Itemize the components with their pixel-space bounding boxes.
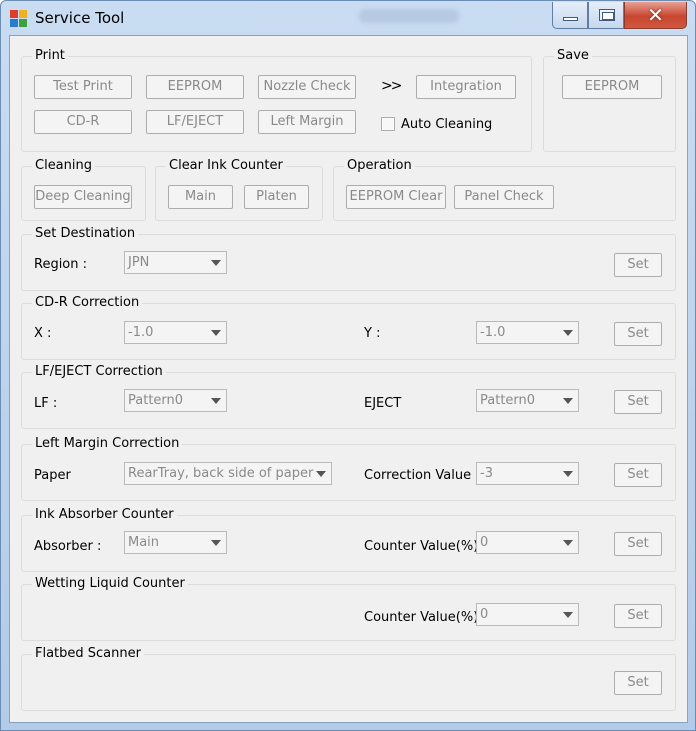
- operation-group-label: Operation: [344, 158, 415, 173]
- cdr-correction-group-label: CD-R Correction: [32, 295, 143, 310]
- chevron-down-icon: [211, 260, 221, 266]
- cdr-y-label: Y :: [364, 326, 381, 341]
- absorber-select[interactable]: Main: [124, 531, 227, 554]
- auto-cleaning-label: Auto Cleaning: [401, 117, 493, 132]
- print-group-label: Print: [32, 48, 68, 63]
- clear-ink-counter-group-label: Clear Ink Counter: [166, 158, 286, 173]
- chevron-down-icon: [563, 330, 573, 336]
- close-button[interactable]: ✕: [624, 2, 687, 29]
- region-select-value: JPN: [128, 255, 150, 270]
- cdr-print-button[interactable]: CD-R: [34, 110, 132, 134]
- lf-eject-print-button[interactable]: LF/EJECT: [146, 110, 244, 134]
- wetting-counter-value: 0: [480, 607, 489, 622]
- blurred-title-text: [359, 9, 459, 23]
- window-title: Service Tool: [35, 9, 125, 27]
- correction-value-select-value: -3: [480, 466, 493, 481]
- app-icon: [10, 10, 28, 28]
- absorber-counter-value: 0: [480, 535, 489, 550]
- eeprom-clear-button[interactable]: EEPROM Clear: [346, 185, 446, 209]
- wetting-counter-value-select[interactable]: 0: [476, 603, 579, 626]
- print-group: Print: [21, 48, 532, 152]
- flatbed-scanner-group: Flatbed Scanner: [21, 646, 676, 711]
- save-eeprom-button[interactable]: EEPROM: [562, 75, 662, 99]
- paper-select-value: RearTray, back side of paper: [128, 466, 314, 481]
- lf-label: LF :: [34, 396, 58, 411]
- chevron-right-icon: >>: [381, 78, 403, 94]
- absorber-select-value: Main: [128, 535, 160, 550]
- absorber-label: Absorber :: [34, 539, 102, 554]
- app-window: Service Tool ✕ Print Test Print EEPROM N…: [0, 0, 696, 731]
- eject-label: EJECT: [364, 396, 402, 411]
- eject-select-value: Pattern0: [480, 393, 536, 408]
- maximize-icon: [599, 9, 615, 21]
- cleaning-group-label: Cleaning: [32, 158, 95, 173]
- close-icon: ✕: [647, 3, 664, 27]
- region-label: Region :: [34, 257, 88, 272]
- client-area: Print Test Print EEPROM Nozzle Check >> …: [9, 35, 688, 723]
- minimize-button[interactable]: [552, 2, 588, 29]
- paper-label: Paper: [34, 468, 71, 483]
- deep-cleaning-button[interactable]: Deep Cleaning: [34, 185, 132, 209]
- save-group: Save: [543, 48, 676, 152]
- flatbed-scanner-group-label: Flatbed Scanner: [32, 646, 144, 661]
- save-group-label: Save: [554, 48, 592, 63]
- correction-value-label: Correction Value: [364, 468, 472, 483]
- chevron-down-icon: [316, 471, 326, 477]
- auto-cleaning-checkbox[interactable]: [381, 117, 395, 131]
- eeprom-print-button[interactable]: EEPROM: [146, 75, 244, 99]
- ink-absorber-counter-group-label: Ink Absorber Counter: [32, 507, 177, 522]
- clear-main-button[interactable]: Main: [168, 185, 233, 209]
- title-bar[interactable]: Service Tool ✕: [1, 1, 695, 35]
- test-print-button[interactable]: Test Print: [34, 75, 132, 99]
- left-margin-correction-group-label: Left Margin Correction: [32, 436, 183, 451]
- lf-select[interactable]: Pattern0: [124, 389, 227, 412]
- wetting-set-button[interactable]: Set: [614, 604, 662, 628]
- paper-select[interactable]: RearTray, back side of paper: [124, 462, 332, 485]
- cdr-correction-set-button[interactable]: Set: [614, 322, 662, 346]
- cdr-x-label: X :: [34, 326, 52, 341]
- region-select[interactable]: JPN: [124, 251, 227, 274]
- absorber-counter-value-label: Counter Value(%): [364, 539, 479, 554]
- panel-check-button[interactable]: Panel Check: [454, 185, 554, 209]
- correction-value-select[interactable]: -3: [476, 462, 579, 485]
- cdr-y-select[interactable]: -1.0: [476, 321, 579, 344]
- chevron-down-icon: [211, 398, 221, 404]
- chevron-down-icon: [211, 330, 221, 336]
- left-margin-print-button[interactable]: Left Margin: [258, 110, 356, 134]
- eject-select[interactable]: Pattern0: [476, 389, 579, 412]
- lf-eject-correction-group-label: LF/EJECT Correction: [32, 364, 166, 379]
- wetting-counter-value-label: Counter Value(%): [364, 610, 479, 625]
- set-destination-set-button[interactable]: Set: [614, 253, 662, 277]
- minimize-icon: [563, 17, 578, 21]
- set-destination-group-label: Set Destination: [32, 226, 139, 241]
- chevron-down-icon: [211, 540, 221, 546]
- maximize-button[interactable]: [588, 2, 624, 29]
- chevron-down-icon: [563, 540, 573, 546]
- integration-button[interactable]: Integration: [416, 75, 516, 99]
- cdr-x-select-value: -1.0: [128, 325, 154, 340]
- ink-absorber-set-button[interactable]: Set: [614, 532, 662, 556]
- flatbed-set-button[interactable]: Set: [614, 671, 662, 695]
- set-destination-group: Set Destination: [21, 226, 676, 291]
- chevron-down-icon: [563, 471, 573, 477]
- chevron-down-icon: [563, 612, 573, 618]
- absorber-counter-value-select[interactable]: 0: [476, 531, 579, 554]
- lf-eject-correction-set-button[interactable]: Set: [614, 390, 662, 414]
- lf-select-value: Pattern0: [128, 393, 184, 408]
- left-margin-correction-set-button[interactable]: Set: [614, 463, 662, 487]
- cdr-y-select-value: -1.0: [480, 325, 506, 340]
- wetting-liquid-counter-group-label: Wetting Liquid Counter: [32, 576, 188, 591]
- nozzle-check-button[interactable]: Nozzle Check: [258, 75, 356, 99]
- clear-platen-button[interactable]: Platen: [244, 185, 309, 209]
- cdr-x-select[interactable]: -1.0: [124, 321, 227, 344]
- chevron-down-icon: [563, 398, 573, 404]
